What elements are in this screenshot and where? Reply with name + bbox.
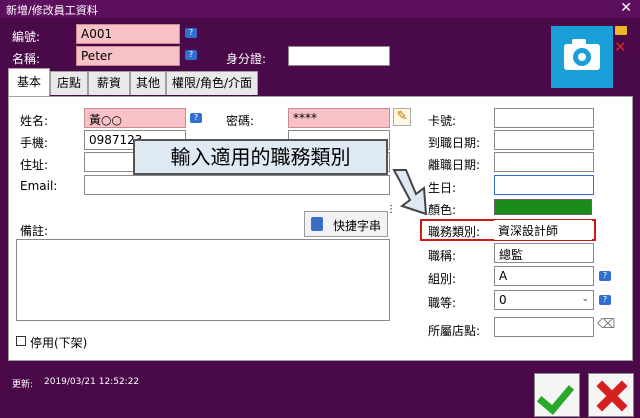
idcard-field[interactable] [288,46,390,66]
tab-permissions[interactable]: 權限/角色/介面 [166,71,258,95]
idcard-label: 身分證: [226,52,267,66]
close-icon[interactable]: ✕ [620,0,632,16]
job-type-label: 職務類別: [428,225,481,239]
hire-date-label: 到職日期: [428,136,481,150]
color-label: 顏色: [428,203,457,217]
photo-box[interactable] [551,26,613,88]
shortcut-icon [311,217,323,231]
job-title-label: 職稱: [428,249,457,263]
disable-label: 停用(下架) [30,336,88,350]
updated-timestamp: 2019/03/21 12:52:22 [44,377,140,387]
password-field[interactable]: **** [288,108,390,128]
group-field[interactable]: A [494,266,594,286]
card-label: 卡號: [428,114,457,128]
broom-icon[interactable]: ⌫ [597,317,615,335]
address-label: 住址: [20,158,49,172]
mobile-label: 手機: [20,136,49,150]
chevron-down-icon: ⌄ [581,294,589,304]
job-type-field[interactable]: 資深設計師 [494,220,592,240]
store-label: 所屬店點: [428,324,481,338]
leave-date-field[interactable] [494,152,594,172]
surname-label: 姓名: [20,114,49,128]
disable-checkbox[interactable] [16,336,26,346]
id-label: 編號: [12,30,41,44]
birthday-label: 生日: [428,181,457,195]
card-field[interactable] [494,108,594,128]
color-picker[interactable] [494,199,592,215]
folder-icon[interactable] [615,26,627,35]
delete-photo-icon[interactable]: ✕ [614,40,627,55]
callout-annotation: 輸入適用的職務類別 [133,139,388,175]
help-icon[interactable]: ? [190,113,202,123]
email-field[interactable] [84,175,390,195]
help-icon[interactable]: ? [599,271,611,281]
rank-value: 0 [499,293,507,307]
id-field[interactable]: A001 [76,24,180,44]
updated-label: 更新: [12,380,34,390]
tab-basic[interactable]: 基本 [8,68,50,96]
help-icon[interactable]: ? [185,50,197,60]
title-bar: 新增/修改員工資料 ✕ [0,0,640,18]
surname-field[interactable]: 黃○○ [84,108,186,128]
rank-select[interactable]: 0 ⌄ [494,290,594,310]
hire-date-field[interactable] [494,130,594,150]
help-icon[interactable]: ? [185,28,197,38]
group-label: 組別: [428,272,457,286]
password-label: 密碼: [226,114,255,128]
birthday-field[interactable] [494,175,594,195]
store-field[interactable] [494,317,594,337]
name-field[interactable]: Peter [76,46,180,66]
cancel-button[interactable] [588,373,634,417]
email-label: Email: [20,179,58,193]
rank-label: 職等: [428,296,457,310]
job-title-field[interactable]: 總監 [494,243,594,263]
name-label: 名稱: [12,52,41,66]
window-title: 新增/修改員工資料 [6,4,98,17]
pencil-icon[interactable]: ✎ [393,108,411,126]
checkmark-icon [536,376,575,415]
tab-other[interactable]: 其他 [130,71,166,95]
remarks-field[interactable] [16,239,390,321]
quick-string-button[interactable]: 快捷字串 [304,211,388,237]
quick-string-label: 快捷字串 [333,219,382,233]
leave-date-label: 離職日期: [428,158,481,172]
more-icon[interactable]: ⋮ [386,205,396,215]
tab-store[interactable]: 店點 [50,71,88,95]
remarks-label: 備註: [20,224,49,238]
confirm-button[interactable] [534,373,580,417]
tab-salary[interactable]: 薪資 [88,71,130,95]
help-icon[interactable]: ? [599,295,611,305]
